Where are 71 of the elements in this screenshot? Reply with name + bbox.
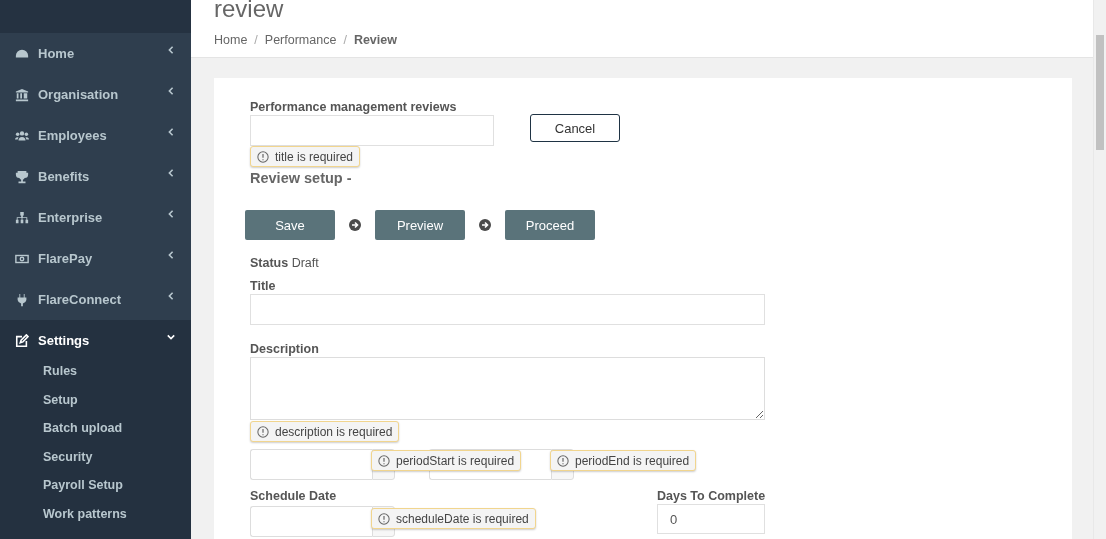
tooltip-text: description is required (275, 424, 393, 439)
chevron-left-icon (167, 209, 175, 218)
scrollbar-thumb[interactable] (1096, 35, 1104, 150)
chevron-left-icon (167, 291, 175, 300)
chevron-left-icon (167, 127, 175, 136)
warning-icon (257, 425, 269, 438)
menu-label: Settings (38, 333, 91, 348)
plug-icon (15, 292, 29, 307)
tooltip-text: periodStart is required (396, 453, 515, 468)
breadcrumb-link[interactable]: Home (214, 33, 248, 47)
submenu-item[interactable]: Work patterns (0, 499, 191, 529)
submenu-item[interactable]: Batch upload (0, 414, 191, 443)
title-input-field[interactable] (250, 294, 765, 325)
menu-label: Benefits (38, 169, 91, 184)
step-button[interactable]: Save (245, 210, 335, 240)
sidebar-item[interactable]: FlareConnect (0, 279, 191, 320)
breadcrumb-current: Review (353, 33, 397, 47)
cancel-button[interactable]: Cancel (530, 114, 620, 142)
sidebar-item[interactable]: FlarePay (0, 238, 191, 279)
menu-label: Employees (38, 128, 108, 143)
sidebar-item[interactable]: Benefits (0, 156, 191, 197)
menu-label: Enterprise (38, 210, 104, 225)
sidebar-item[interactable]: Home (0, 33, 191, 74)
tooltip-text: title is required (275, 149, 354, 164)
page-title: review (214, 0, 285, 24)
scrollbar[interactable] (1093, 0, 1106, 539)
chevron-down-icon (167, 332, 175, 341)
sitemap-icon (15, 210, 29, 225)
chevron-left-icon (167, 45, 175, 54)
warning-icon (257, 150, 269, 163)
warning-icon (557, 454, 569, 467)
menu-label: FlareConnect (38, 292, 123, 307)
menu-label: Home (38, 46, 76, 61)
date-input-field[interactable] (250, 449, 372, 480)
chevron-left-icon (167, 168, 175, 177)
description-textarea[interactable] (250, 357, 765, 420)
breadcrumb-link[interactable]: Performance (264, 33, 337, 47)
field-label: Description (250, 342, 320, 356)
menu-label: FlarePay (38, 251, 94, 266)
breadcrumb-separator: / (254, 33, 258, 47)
reviews-input-field[interactable] (250, 115, 494, 146)
status-text: Status Draft (250, 256, 320, 270)
submenu-item[interactable]: Payroll Setup (0, 471, 191, 500)
warning-icon (378, 512, 390, 525)
sidebar-item[interactable]: Employees (0, 115, 191, 156)
field-label: Schedule Date (250, 489, 338, 503)
field-label: Title (250, 279, 277, 293)
arrow-circle-icon (349, 219, 361, 231)
warning-icon (378, 454, 390, 467)
section-title: Review setup - (250, 170, 353, 186)
edit-icon (15, 333, 29, 348)
step-button[interactable]: Proceed (505, 210, 595, 240)
chevron-left-icon (167, 86, 175, 95)
date-input-field[interactable] (250, 506, 372, 537)
sidebar-item[interactable]: Enterprise (0, 197, 191, 238)
field-label: Performance management reviews (250, 100, 458, 114)
tooltip-text: periodEnd is required (575, 453, 690, 468)
submenu-item[interactable]: Setup (0, 385, 191, 415)
arrow-circle-icon (479, 219, 491, 231)
tooltip-text: scheduleDate is required (396, 511, 529, 526)
field-label: Days To Complete (657, 489, 766, 503)
submenu-item[interactable]: Security (0, 442, 191, 472)
bank-icon (15, 87, 29, 102)
users-icon (15, 128, 29, 143)
breadcrumb-separator: / (343, 33, 347, 47)
sidebar-item[interactable]: Organisation (0, 74, 191, 115)
chevron-left-icon (167, 250, 175, 259)
menu-label: Organisation (38, 87, 120, 102)
trophy-icon (15, 169, 29, 184)
step-button[interactable]: Preview (375, 210, 465, 240)
days-input-field[interactable]: 0 (657, 504, 765, 534)
